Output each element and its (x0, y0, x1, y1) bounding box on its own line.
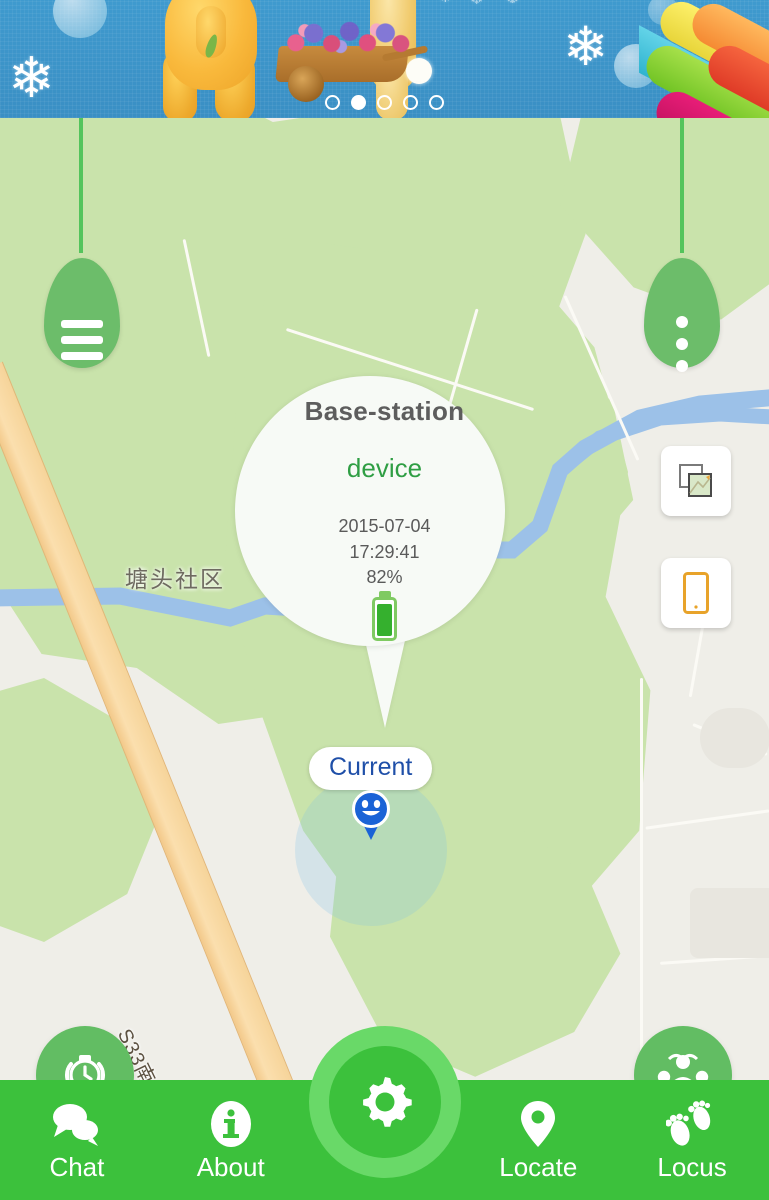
footprints-icon (666, 1098, 718, 1150)
carousel-dot[interactable] (325, 95, 340, 110)
chat-bubbles-icon (50, 1098, 104, 1150)
flowers-icon (283, 20, 411, 58)
bottom-navigation-bar: Chat About Locate Locus (0, 1026, 769, 1200)
family-group-icon (657, 1053, 709, 1080)
nav-item-about[interactable]: About (154, 1098, 308, 1183)
snowflake-icon: ❅ (437, 0, 454, 6)
map-canvas[interactable]: S33南光高速 塘头社区 Base-station device 2015-07… (0, 118, 769, 1080)
nav-label-locate: Locate (499, 1151, 578, 1182)
snowflake-icon: ❄ (563, 17, 609, 77)
nav-label-locus: Locus (657, 1151, 727, 1182)
nav-label-chat: Chat (49, 1151, 105, 1182)
settings-fab-button[interactable] (328, 1046, 441, 1158)
nav-item-locus[interactable]: Locus (615, 1098, 769, 1183)
info-bubble-content: Base-station device 2015-07-04 17:29:41 … (0, 396, 769, 641)
kebab-more-icon (676, 316, 688, 382)
menu-button-string (79, 118, 83, 253)
settings-fab-ring[interactable] (308, 1026, 461, 1178)
battery-fill (377, 604, 392, 636)
info-bubble-meta: 2015-07-04 17:29:41 82% (0, 514, 769, 591)
info-bubble-battery-percent: 82% (366, 567, 403, 588)
snowflake-icon: ❄ (470, 0, 483, 8)
promo-carousel-banner[interactable]: ❄ ❄ ❄ ❅ ❄ ❆ (0, 0, 769, 118)
map-pin-icon (519, 1098, 557, 1150)
rabbit-character (406, 58, 432, 84)
carousel-dot[interactable] (377, 95, 392, 110)
nav-label-about: About (196, 1151, 265, 1182)
current-location-label[interactable]: Current (309, 747, 433, 790)
gear-icon (362, 1077, 412, 1127)
nav-item-locate[interactable]: Locate (461, 1098, 615, 1183)
map-minor-road (640, 678, 643, 1080)
carousel-dot[interactable] (429, 95, 444, 110)
app-root: ❄ ❄ ❄ ❅ ❄ ❆ (0, 0, 769, 1200)
carousel-dots[interactable] (0, 95, 769, 110)
more-button-string (680, 118, 684, 253)
info-circle-icon (208, 1098, 254, 1150)
carousel-dot[interactable] (403, 95, 418, 110)
nav-item-chat[interactable]: Chat (0, 1098, 154, 1183)
current-location-pin[interactable] (352, 790, 390, 840)
battery-icon (372, 596, 397, 641)
info-bubble-time: 17:29:41 (349, 541, 420, 562)
smartwatch-icon (65, 1055, 105, 1080)
smiley-face-pin-icon (361, 800, 381, 816)
map-block (690, 888, 769, 958)
snowflake-icon: ❆ (505, 0, 520, 6)
map-block (700, 708, 769, 768)
hamburger-menu-icon (61, 320, 103, 368)
info-bubble-date: 2015-07-04 (338, 516, 431, 536)
info-bubble-title: Base-station (304, 396, 465, 426)
info-bubble-subtitle: device (346, 453, 423, 483)
carousel-dot-active[interactable] (351, 95, 366, 110)
